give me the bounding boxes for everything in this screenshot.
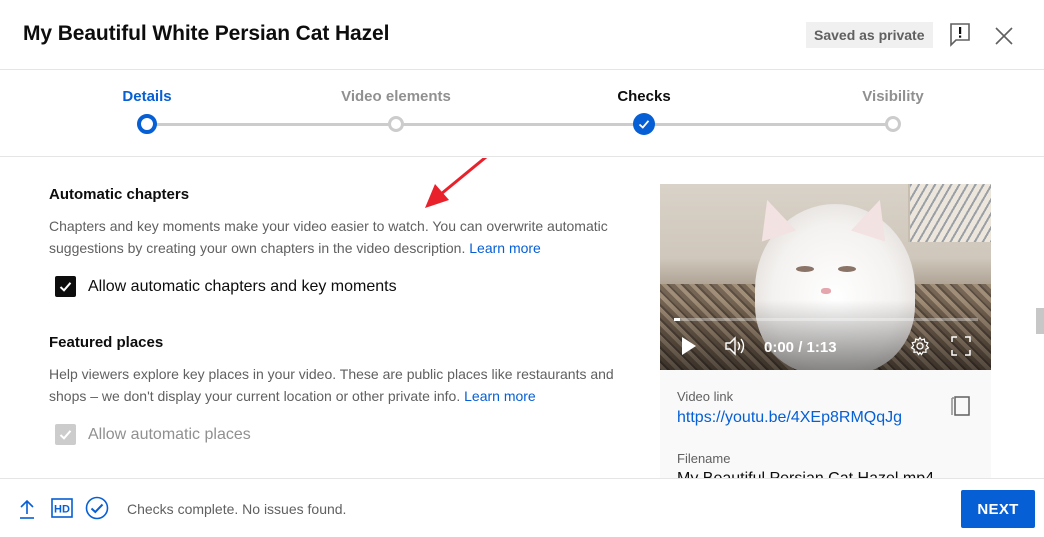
- allow-places-checkbox-row: Allow automatic places: [55, 424, 251, 445]
- filename-label: Filename: [677, 451, 731, 466]
- video-frame-tapestry: [908, 184, 991, 242]
- featured-places-description: Help viewers explore key places in your …: [49, 363, 624, 407]
- places-learn-more-link[interactable]: Learn more: [464, 388, 536, 404]
- dialog-footer: HD Checks complete. No issues found. NEX…: [0, 478, 1044, 537]
- gear-icon: [910, 336, 930, 356]
- tab-video-elements[interactable]: Video elements: [341, 88, 451, 105]
- tab-checks[interactable]: Checks: [617, 88, 670, 105]
- red-annotation-arrow-icon: [425, 158, 488, 208]
- video-preview-panel: 0:00 / 1:13 Video link https://youtu.be/…: [660, 184, 991, 478]
- video-link-label: Video link: [677, 389, 734, 404]
- video-controls-shade: [660, 300, 991, 370]
- feedback-button[interactable]: [948, 22, 972, 48]
- checks-status-text: Checks complete. No issues found.: [127, 501, 347, 517]
- step-video-elements-dot[interactable]: [388, 116, 404, 132]
- content-scrollbar[interactable]: [1036, 308, 1044, 334]
- fullscreen-button[interactable]: [951, 336, 971, 361]
- volume-icon: [725, 336, 745, 356]
- copy-icon: [951, 396, 970, 416]
- checkmark-icon: [59, 430, 72, 440]
- dialog-title: My Beautiful White Persian Cat Hazel: [23, 22, 390, 45]
- play-button[interactable]: [680, 336, 698, 361]
- checks-content: Automatic chapters Chapters and key mome…: [0, 158, 1044, 478]
- automatic-chapters-title: Automatic chapters: [49, 186, 190, 203]
- chapters-learn-more-link[interactable]: Learn more: [469, 240, 541, 256]
- hd-status-button[interactable]: HD: [51, 498, 73, 523]
- allow-places-label: Allow automatic places: [88, 425, 251, 443]
- featured-places-title: Featured places: [49, 334, 164, 351]
- step-details-active-dot[interactable]: [137, 114, 157, 134]
- settings-button[interactable]: [910, 336, 930, 361]
- video-frame-cat-eye: [838, 266, 856, 272]
- video-player[interactable]: 0:00 / 1:13: [660, 184, 991, 370]
- video-frame-cat-eye: [796, 266, 814, 272]
- filename-value: My Beautiful Persian Cat Hazel.mp4: [677, 470, 934, 478]
- allow-chapters-checkbox[interactable]: [55, 276, 76, 297]
- checkmark-icon: [59, 282, 72, 292]
- stepper-track: [147, 123, 893, 126]
- video-progress-fill: [674, 318, 681, 321]
- upload-stepper: Details Video elements Checks Visibility: [0, 71, 1044, 157]
- feedback-flag-icon: [950, 23, 970, 47]
- hd-icon: HD: [51, 498, 73, 518]
- step-visibility-dot[interactable]: [885, 116, 901, 132]
- volume-button[interactable]: [724, 336, 748, 361]
- saved-status-badge: Saved as private: [806, 22, 933, 48]
- next-button[interactable]: NEXT: [961, 490, 1035, 528]
- play-icon: [682, 337, 696, 355]
- fullscreen-icon: [951, 336, 971, 356]
- upload-status-button[interactable]: [18, 498, 36, 525]
- close-icon: [995, 27, 1013, 45]
- checks-status-button[interactable]: [85, 496, 109, 525]
- tab-visibility[interactable]: Visibility: [862, 88, 923, 105]
- upload-icon: [20, 499, 34, 519]
- checkmark-icon: [638, 120, 650, 129]
- allow-chapters-checkbox-row[interactable]: Allow automatic chapters and key moments: [55, 276, 397, 297]
- video-frame-cat-nose: [821, 288, 831, 294]
- copy-link-button[interactable]: [950, 394, 972, 418]
- svg-text:HD: HD: [54, 504, 70, 516]
- check-circle-icon: [85, 496, 109, 520]
- dialog-header: My Beautiful White Persian Cat Hazel Sav…: [0, 0, 1044, 70]
- video-time-display: 0:00 / 1:13: [764, 339, 837, 356]
- close-button[interactable]: [992, 24, 1016, 48]
- step-checks-done-dot[interactable]: [633, 113, 655, 135]
- automatic-chapters-description: Chapters and key moments make your video…: [49, 215, 624, 259]
- allow-chapters-label: Allow automatic chapters and key moments: [88, 277, 397, 295]
- tab-details[interactable]: Details: [122, 88, 171, 105]
- video-progress-bar[interactable]: [674, 318, 978, 321]
- allow-places-checkbox: [55, 424, 76, 445]
- video-link-url[interactable]: https://youtu.be/4XEp8RMQqJg: [677, 409, 902, 427]
